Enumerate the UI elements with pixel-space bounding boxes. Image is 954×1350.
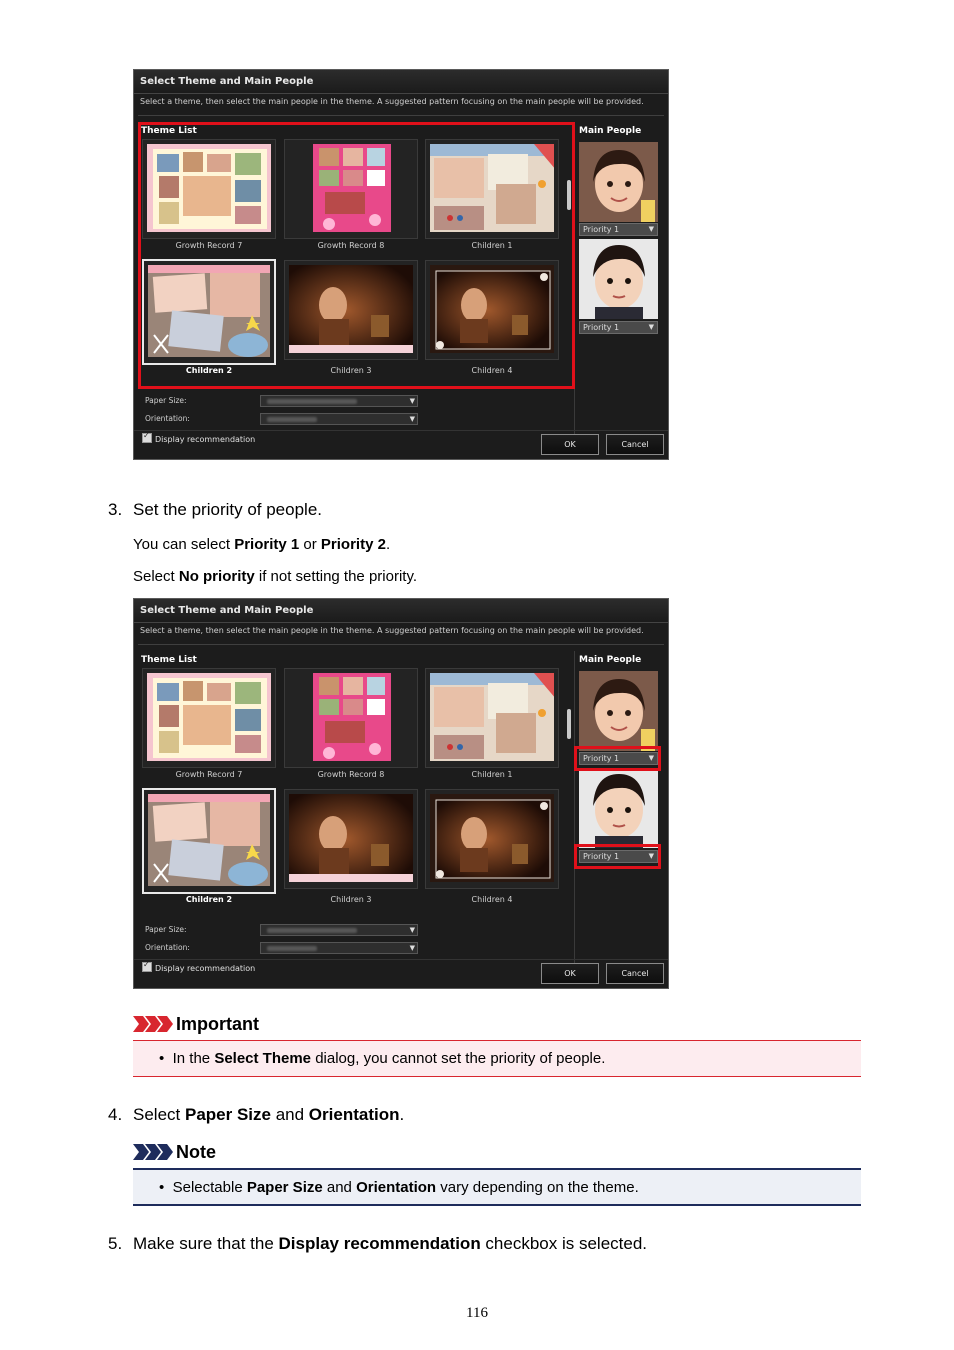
paragraph-priority-options: You can select Priority 1 or Priority 2. [133,536,391,553]
dialog-screenshot-2: Select Theme and Main People Select a th… [133,598,669,989]
paper-size-label: Paper Size: [145,925,187,934]
theme-list: Theme List Growth Record 7 Growth Record… [139,651,572,916]
blurred-value [267,946,317,951]
chevron-down-icon: ▼ [409,397,415,405]
step-number: 5. [108,1234,123,1253]
important-box: • In the Select Theme dialog, you cannot… [133,1040,861,1077]
cancel-button[interactable]: Cancel [606,963,664,984]
step-text: Set the priority of people. [133,500,323,519]
highlight-theme-list [138,122,575,389]
priority-value: Priority 1 [583,323,620,332]
theme-caption: Growth Record 7 [175,770,243,779]
person-photo-1 [579,142,658,222]
step-number: 4. [108,1105,123,1124]
paragraph-no-priority: Select No priority if not setting the pr… [133,568,418,585]
theme-thumb-children-1[interactable] [425,668,559,768]
orientation-label: Orientation: [145,943,190,952]
main-people-panel: Main People Priority 1 ▼ Priority 1 ▼ [574,122,666,452]
important-title: Important [176,1014,259,1034]
note-chevrons-icon [133,1144,173,1160]
highlight-priority-1 [574,746,661,771]
divider [134,430,668,431]
page-number: 116 [466,1305,488,1321]
priority-dropdown-2[interactable]: Priority 1 ▼ [579,321,658,334]
paper-size-label: Paper Size: [145,396,187,405]
blurred-value [267,399,357,404]
important-chevrons-icon [133,1016,173,1032]
theme-list-label: Theme List [141,655,197,665]
theme-caption: Children 4 [471,895,513,904]
theme-image [289,794,413,882]
theme-image [430,673,554,761]
theme-caption: Children 3 [330,895,372,904]
theme-thumb-growth-record-7[interactable] [142,668,276,768]
theme-thumb-children-3[interactable] [284,789,418,889]
dialog-title: Select Theme and Main People [134,599,668,623]
theme-thumb-children-2[interactable] [142,788,276,894]
main-people-label: Main People [579,655,642,665]
note-title: Note [176,1142,216,1162]
highlight-priority-2 [574,844,661,869]
theme-image [148,794,270,886]
orientation-select[interactable]: ▼ [260,942,418,954]
chevron-down-icon: ▼ [648,225,654,233]
dialog-description: Select a theme, then select the main peo… [140,626,644,635]
chevron-down-icon: ▼ [409,944,415,952]
theme-caption: Growth Record 8 [317,770,385,779]
orientation-select[interactable]: ▼ [260,413,418,425]
theme-image [289,673,413,761]
main-people-label: Main People [579,126,642,136]
display-recommendation-row[interactable]: Display recommendation [142,960,256,973]
step-text: Select Paper Size and Orientation. [133,1105,405,1124]
priority-dropdown-1[interactable]: Priority 1 ▼ [579,223,658,236]
dialog-description: Select a theme, then select the main peo… [140,97,644,106]
orientation-label: Orientation: [145,414,190,423]
theme-image [147,673,271,761]
theme-caption: Children 2 [185,895,233,904]
display-recommendation-checkbox[interactable] [142,431,152,443]
theme-list-scrollbar[interactable] [567,709,571,739]
theme-caption: Children 1 [471,770,513,779]
main-people-panel: Main People Priority 1 ▼ Priority 1 ▼ [574,651,666,981]
ok-button[interactable]: OK [541,963,599,984]
step-text: Make sure that the Display recommendatio… [133,1234,648,1253]
divider [138,115,664,116]
note-box: • Selectable Paper Size and Orientation … [133,1168,861,1206]
chevron-down-icon: ▼ [409,926,415,934]
dialog-title: Select Theme and Main People [134,70,668,94]
blurred-value [267,928,357,933]
divider [138,644,664,645]
ok-button[interactable]: OK [541,434,599,455]
display-recommendation-label: Display recommendation [155,435,256,444]
paper-size-select[interactable]: ▼ [260,395,418,407]
theme-thumb-growth-record-8[interactable] [284,668,418,768]
paper-size-select[interactable]: ▼ [260,924,418,936]
chevron-down-icon: ▼ [648,323,654,331]
step-number: 3. [108,500,123,519]
divider [134,959,668,960]
person-photo-2 [579,768,658,848]
priority-value: Priority 1 [583,225,620,234]
display-recommendation-checkbox[interactable] [142,960,152,972]
dialog-screenshot-1: Select Theme and Main People Select a th… [133,69,669,460]
cancel-button[interactable]: Cancel [606,434,664,455]
theme-image [430,794,554,882]
display-recommendation-label: Display recommendation [155,964,256,973]
blurred-value [267,417,317,422]
person-photo-1 [579,671,658,751]
note-bullet: • Selectable Paper Size and Orientation … [159,1179,639,1196]
chevron-down-icon: ▼ [409,415,415,423]
theme-thumb-children-4[interactable] [425,789,559,889]
important-bullet: • In the Select Theme dialog, you cannot… [159,1050,606,1067]
display-recommendation-row[interactable]: Display recommendation [142,431,256,444]
person-photo-2 [579,239,658,319]
